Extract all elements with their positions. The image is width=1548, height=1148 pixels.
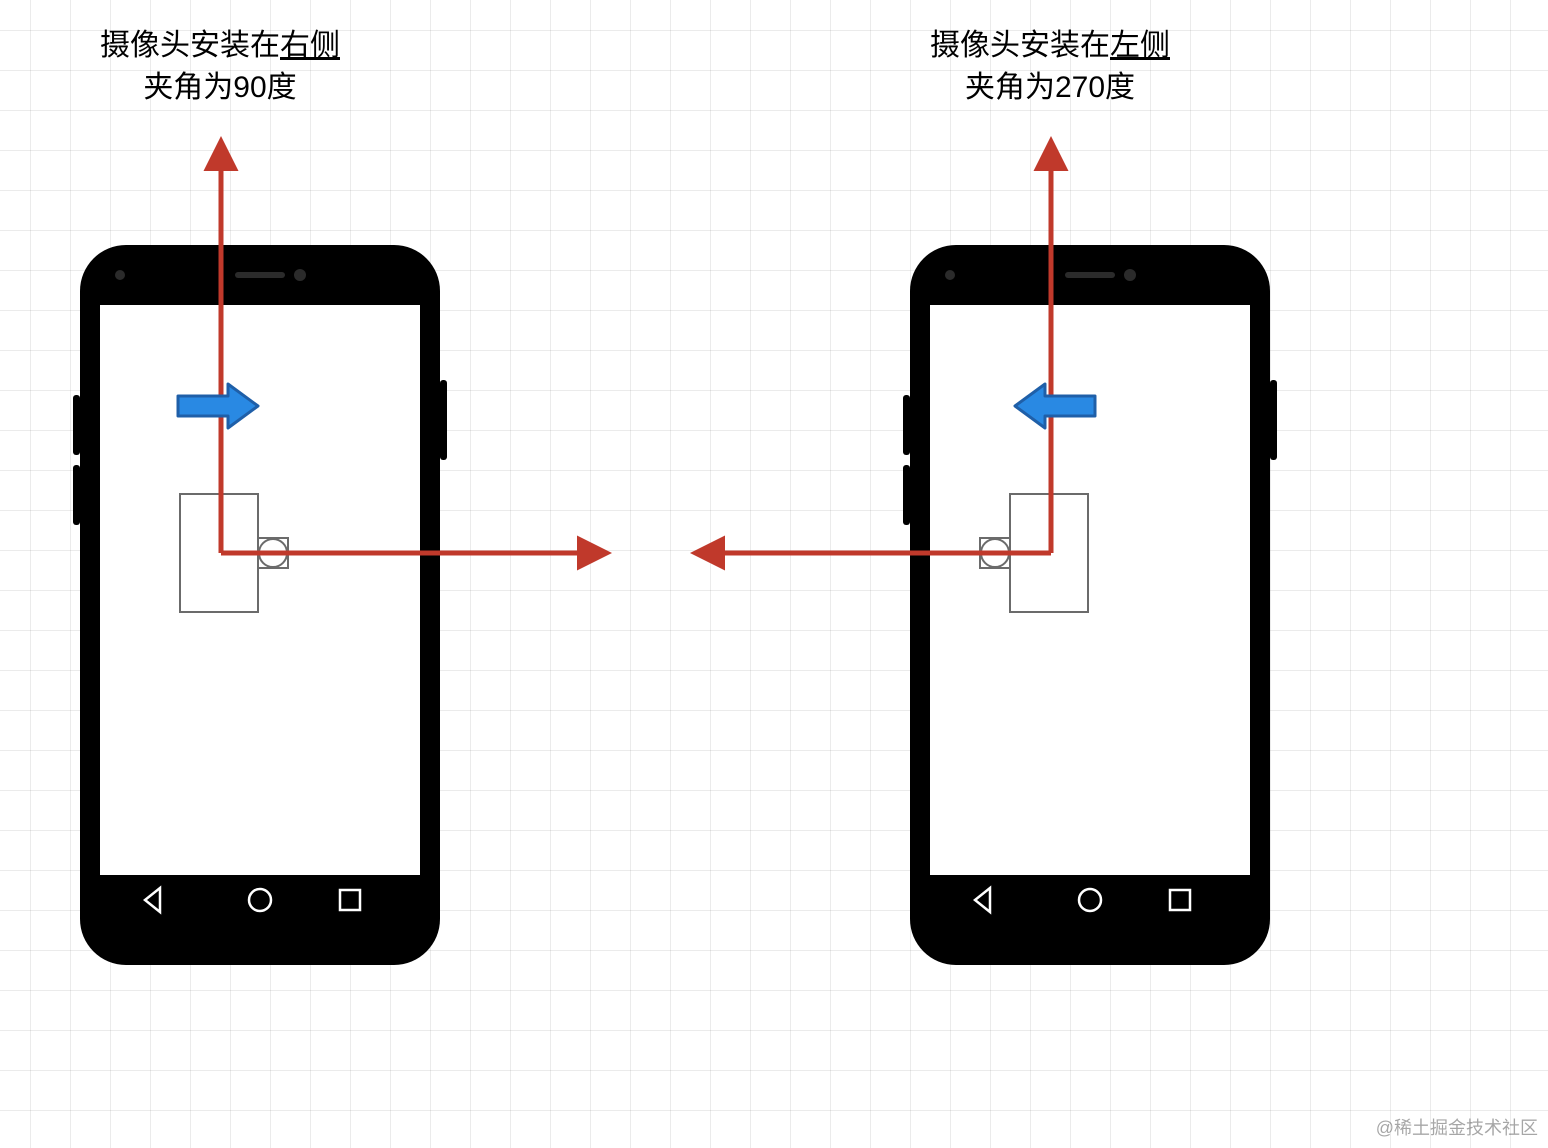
caption-right-line1-prefix: 摄像头安装在 <box>930 29 1110 62</box>
caption-right-line1-underlined: 左侧 <box>1110 29 1170 62</box>
grid-background <box>0 0 1548 1148</box>
caption-right-line2: 夹角为270度 <box>965 71 1135 104</box>
caption-left-line1-underlined: 右侧 <box>280 29 340 62</box>
caption-left-line2: 夹角为90度 <box>143 71 296 104</box>
caption-left: 摄像头安装在右侧 夹角为90度 <box>90 25 350 109</box>
watermark: @稀土掘金技术社区 <box>1376 1114 1538 1140</box>
caption-right: 摄像头安装在左侧 夹角为270度 <box>920 25 1180 109</box>
caption-left-line1-prefix: 摄像头安装在 <box>100 29 280 62</box>
